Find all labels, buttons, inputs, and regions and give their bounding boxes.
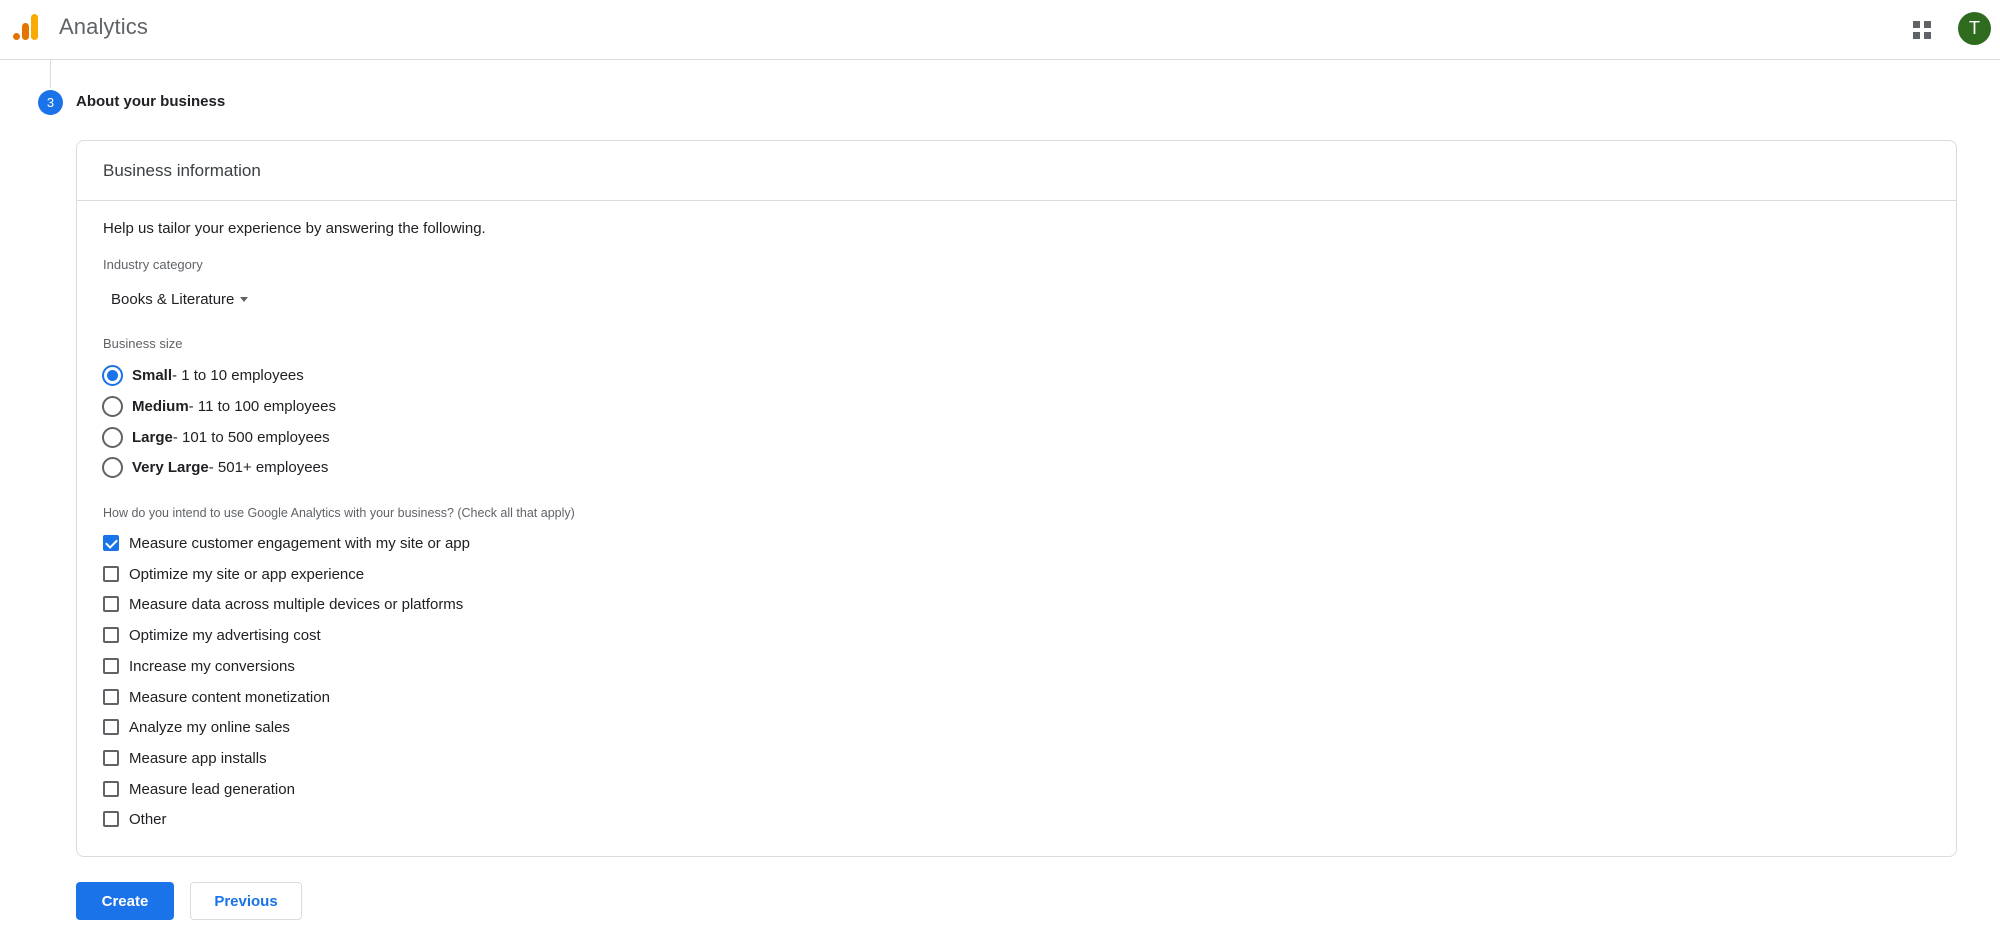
industry-category-dropdown[interactable]: Books & Literature <box>103 285 256 313</box>
option-name: Large <box>132 428 173 446</box>
top-app-bar: Analytics T <box>0 0 2000 60</box>
usage-option[interactable]: Optimize my advertising cost <box>103 624 321 646</box>
checkbox[interactable] <box>103 689 119 705</box>
checkbox[interactable] <box>103 719 119 735</box>
apps-grid-icon[interactable] <box>1908 16 1936 44</box>
create-button[interactable]: Create <box>76 882 174 920</box>
checkbox[interactable] <box>103 811 119 827</box>
usage-option[interactable]: Measure app installs <box>103 747 267 769</box>
business-size-option-very-large[interactable]: Very Large - 501+ employees <box>102 455 328 479</box>
option-detail: - 101 to 500 employees <box>172 428 330 446</box>
card-header: Business information <box>77 141 1956 201</box>
analytics-logo-icon[interactable] <box>11 12 41 42</box>
usage-option[interactable]: Other <box>103 808 167 830</box>
app-title: Analytics <box>59 14 148 39</box>
card-title: Business information <box>103 161 261 180</box>
checkbox[interactable] <box>103 627 119 643</box>
business-size-option-large[interactable]: Large - 101 to 500 employees <box>102 425 330 449</box>
usage-option[interactable]: Optimize my site or app experience <box>103 563 364 585</box>
usage-option-label: Measure app installs <box>129 749 267 767</box>
usage-option-label: Increase my conversions <box>129 657 295 675</box>
dropdown-arrow-icon <box>240 296 249 302</box>
usage-option-label: Measure content monetization <box>129 688 330 706</box>
radio-button-selected[interactable] <box>102 364 123 386</box>
usage-option-label: Analyze my online sales <box>129 718 290 736</box>
business-size-option-medium[interactable]: Medium - 11 to 100 employees <box>102 394 336 418</box>
usage-option-label: Measure data across multiple devices or … <box>129 595 464 613</box>
usage-question-label: How do you intend to use Google Analytic… <box>103 506 575 520</box>
usage-option[interactable]: Analyze my online sales <box>103 716 290 738</box>
usage-option-label: Other <box>129 810 167 828</box>
previous-button[interactable]: Previous <box>190 882 302 920</box>
intro-text: Help us tailor your experience by answer… <box>103 220 486 237</box>
option-detail: - 1 to 10 employees <box>172 366 304 384</box>
usage-option[interactable]: Measure content monetization <box>103 686 330 708</box>
usage-option-label: Measure customer engagement with my site… <box>129 534 470 552</box>
step-title: About your business <box>76 93 226 110</box>
industry-category-value: Books & Literature <box>111 290 235 308</box>
radio-button[interactable] <box>102 426 123 448</box>
usage-option[interactable]: Measure lead generation <box>103 778 295 800</box>
avatar-letter: T <box>1969 18 1980 38</box>
option-name: Very Large <box>132 458 209 476</box>
usage-option-label: Optimize my site or app experience <box>129 565 365 583</box>
usage-option[interactable]: Measure customer engagement with my site… <box>103 532 470 554</box>
business-size-option-small[interactable]: Small - 1 to 10 employees <box>102 363 304 387</box>
step-number-badge: 3 <box>38 90 63 115</box>
stepper-connector <box>50 60 51 88</box>
option-detail: - 501+ employees <box>208 458 329 476</box>
checkbox[interactable] <box>103 566 119 582</box>
usage-option[interactable]: Increase my conversions <box>103 655 295 677</box>
step-number: 3 <box>46 95 55 110</box>
usage-option-label: Optimize my advertising cost <box>129 626 321 644</box>
usage-option[interactable]: Measure data across multiple devices or … <box>103 593 463 615</box>
business-information-card: Business information Help us tailor your… <box>76 140 1957 857</box>
option-name: Small <box>132 366 173 384</box>
checkbox[interactable] <box>103 596 119 612</box>
checkbox-checked[interactable] <box>103 535 119 551</box>
option-detail: - 11 to 100 employees <box>188 397 336 415</box>
checkbox[interactable] <box>103 750 119 766</box>
business-size-label: Business size <box>103 336 183 351</box>
industry-category-label: Industry category <box>103 257 203 272</box>
checkbox[interactable] <box>103 781 119 797</box>
account-avatar[interactable]: T <box>1958 12 1991 45</box>
usage-option-label: Measure lead generation <box>129 780 295 798</box>
radio-button[interactable] <box>102 456 123 478</box>
radio-button[interactable] <box>102 395 123 417</box>
checkbox[interactable] <box>103 658 119 674</box>
option-name: Medium <box>132 397 189 415</box>
